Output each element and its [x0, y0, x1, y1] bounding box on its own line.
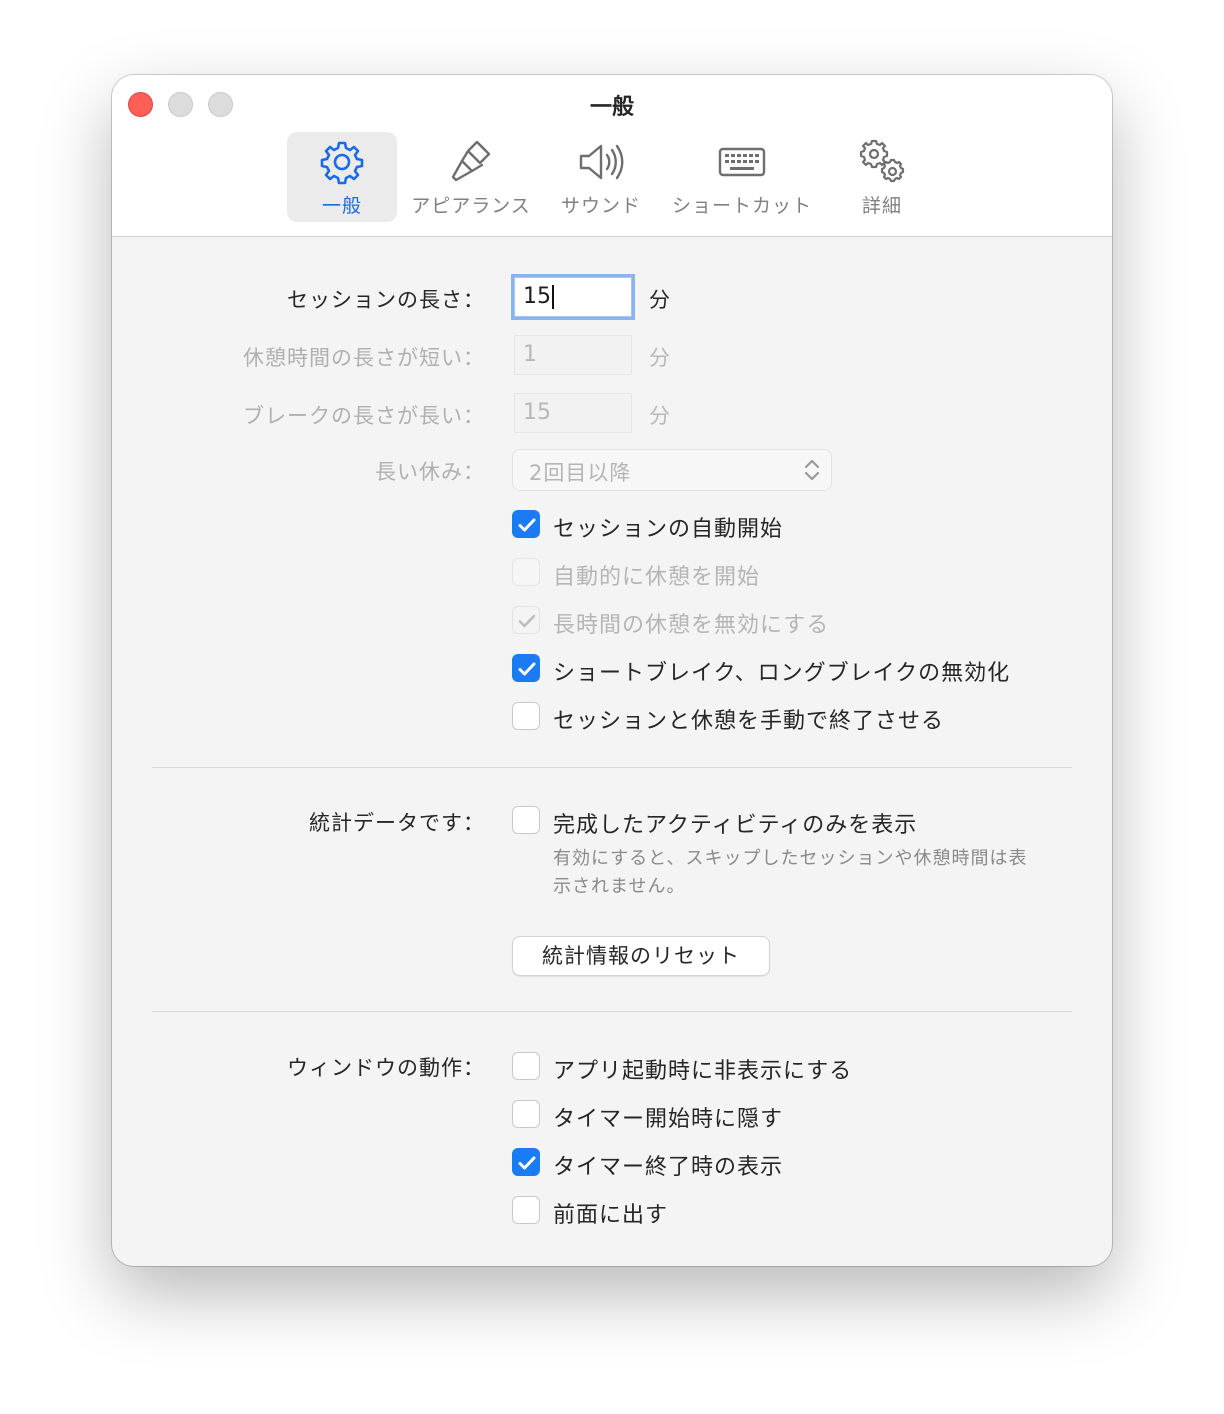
show-on-timer-end-checkbox[interactable]	[512, 1148, 540, 1176]
tab-advanced-label: 詳細	[861, 195, 902, 217]
short-break-unit: 分	[649, 346, 670, 370]
window-title: 一般	[589, 95, 634, 120]
checkmark-icon	[518, 662, 536, 676]
hide-on-launch-checkbox[interactable]	[512, 1052, 540, 1080]
tab-sound-label: サウンド	[560, 195, 641, 217]
disable-short-long-break-label: ショートブレイク、ロングブレイクの無効化	[553, 661, 1011, 686]
tab-advanced[interactable]: 詳細	[844, 132, 920, 222]
title-bar: 一般 一般 アピアランス サウンド ショートカット 詳細	[112, 75, 1112, 237]
session-length-label: セッションの長さ：	[287, 288, 485, 312]
hide-on-timer-start-checkbox[interactable]	[512, 1100, 540, 1128]
stats-help-line-1: 有効にすると、スキップしたセッションや休憩時間は表	[553, 848, 1028, 869]
completed-only-checkbox[interactable]	[512, 806, 540, 834]
session-length-unit: 分	[649, 288, 670, 312]
gears-icon	[859, 139, 905, 183]
tab-appearance-label: アピアランス	[411, 195, 531, 217]
tab-general-label: 一般	[321, 195, 362, 217]
section-divider	[152, 767, 1072, 768]
tab-sound[interactable]: サウンド	[556, 132, 646, 222]
stats-help-text: 有効にすると、スキップしたセッションや休憩時間は表 示されません。	[553, 845, 1073, 901]
tab-shortcuts-label: ショートカット	[671, 195, 812, 217]
tab-shortcuts[interactable]: ショートカット	[668, 132, 816, 222]
long-break-unit: 分	[649, 404, 670, 428]
disable-long-break-label: 長時間の休憩を無効にする	[553, 613, 830, 638]
section-divider	[152, 1011, 1072, 1012]
long-break-input[interactable]: 15	[514, 393, 632, 433]
session-length-value: 15	[523, 284, 551, 309]
hide-on-timer-start-label: タイマー開始時に隠す	[553, 1107, 784, 1132]
short-break-input[interactable]: 1	[514, 335, 632, 375]
checkmark-icon	[518, 518, 536, 532]
speaker-icon	[579, 144, 624, 180]
auto-start-break-label: 自動的に休憩を開始	[553, 565, 761, 590]
long-break-label: ブレークの長さが長い：	[243, 404, 485, 428]
disable-long-break-checkbox[interactable]	[512, 606, 540, 634]
manual-end-checkbox[interactable]	[512, 702, 540, 730]
tab-appearance[interactable]: アピアランス	[408, 132, 534, 222]
show-on-timer-end-label: タイマー終了時の表示	[553, 1155, 784, 1180]
auto-start-session-label: セッションの自動開始	[553, 517, 784, 542]
manual-end-label: セッションと休憩を手動で終了させる	[553, 709, 945, 734]
reset-stats-button[interactable]: 統計情報のリセット	[512, 936, 770, 976]
bring-to-front-checkbox[interactable]	[512, 1196, 540, 1224]
long-rest-popup[interactable]: 2回目以降	[512, 449, 832, 491]
keyboard-icon	[718, 147, 766, 177]
hide-on-launch-label: アプリ起動時に非表示にする	[553, 1059, 853, 1084]
long-rest-label: 長い休み：	[375, 460, 485, 484]
window-behavior-label: ウィンドウの動作：	[287, 1056, 485, 1080]
stats-help-line-2: 示されません。	[553, 876, 686, 897]
stats-label: 統計データです：	[309, 811, 485, 835]
gear-icon	[320, 141, 364, 185]
auto-start-break-checkbox[interactable]	[512, 558, 540, 586]
text-caret	[552, 285, 554, 309]
tab-general[interactable]: 一般	[287, 132, 397, 222]
up-down-chevron-icon	[804, 459, 820, 481]
paintbrush-icon	[451, 140, 491, 182]
checkmark-icon	[518, 614, 536, 628]
checkmark-icon	[518, 1156, 536, 1170]
short-break-label: 休憩時間の長さが短い：	[243, 346, 485, 370]
long-rest-selected: 2回目以降	[529, 461, 632, 485]
auto-start-session-checkbox[interactable]	[512, 510, 540, 538]
bring-to-front-label: 前面に出す	[553, 1203, 669, 1228]
completed-only-label: 完成したアクティビティのみを表示	[553, 813, 918, 838]
disable-short-long-break-checkbox[interactable]	[512, 654, 540, 682]
preferences-window: 一般 一般 アピアランス サウンド ショートカット 詳細 セッションの長さ： 1…	[112, 75, 1112, 1266]
session-length-input[interactable]: 15	[514, 277, 632, 317]
